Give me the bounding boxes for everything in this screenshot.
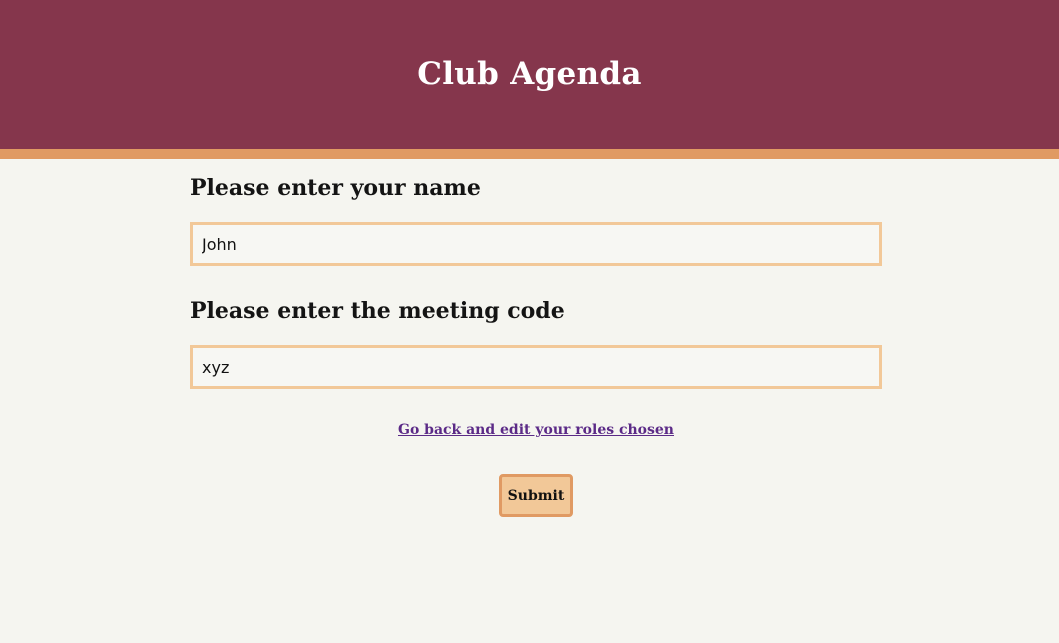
page-title: Club Agenda	[417, 55, 642, 92]
header-accent-stripe	[0, 149, 1059, 159]
meeting-code-input[interactable]	[190, 345, 882, 389]
name-label: Please enter your name	[190, 175, 481, 201]
edit-roles-link[interactable]: Go back and edit your roles chosen	[190, 422, 882, 438]
meeting-code-label: Please enter the meeting code	[190, 298, 565, 324]
page-header: Club Agenda	[0, 0, 1059, 149]
submit-button[interactable]: Submit	[499, 474, 573, 517]
name-input[interactable]	[190, 222, 882, 266]
